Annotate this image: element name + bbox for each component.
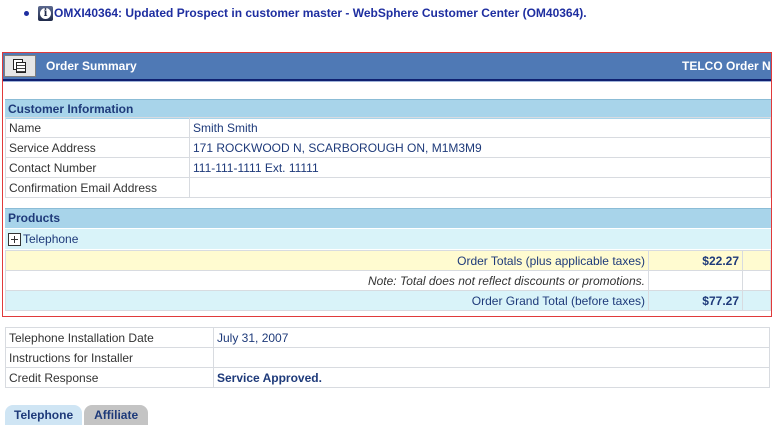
row-label: Contact Number xyxy=(5,157,190,178)
product-tabs: Telephone Affiliate xyxy=(5,405,150,425)
product-item-telephone[interactable]: Telephone xyxy=(5,229,771,249)
document-icon xyxy=(13,59,27,73)
empty-cell xyxy=(742,290,771,311)
tab-affiliate[interactable]: Affiliate xyxy=(84,405,149,425)
expand-plus-icon[interactable] xyxy=(8,232,21,246)
product-label: Telephone xyxy=(23,232,79,246)
table-row: Contact Number 111-111-1111 Ext. 11111 xyxy=(5,157,771,178)
table-row: Instructions for Installer xyxy=(5,347,770,368)
order-totals-label: Order Totals (plus applicable taxes) xyxy=(5,250,649,271)
empty-cell xyxy=(742,270,771,291)
grand-total-label: Order Grand Total (before taxes) xyxy=(5,290,649,311)
empty-cell xyxy=(648,270,743,291)
products-heading: Products xyxy=(5,208,771,228)
table-row: Order Grand Total (before taxes) $77.27 xyxy=(5,290,771,311)
table-row: Name Smith Smith xyxy=(5,117,771,138)
order-summary-header: Order Summary xyxy=(3,53,771,79)
order-summary-title: Order Summary xyxy=(46,59,137,73)
table-row: Service Address 171 ROCKWOOD N, SCARBORO… xyxy=(5,137,771,158)
totals-note: Note: Total does not reflect discounts o… xyxy=(5,270,649,291)
order-summary-panel: Order Summary TELCO Order Nu Customer In… xyxy=(2,52,772,317)
row-label: Name xyxy=(5,117,190,138)
customer-info-table: Name Smith Smith Service Address 171 ROC… xyxy=(5,117,771,198)
customer-name-value: Smith Smith xyxy=(189,117,771,138)
notice-message: i OMXI40364: Updated Prospect in custome… xyxy=(24,2,587,24)
grand-total-value: $77.27 xyxy=(648,290,743,311)
collapse-summary-button[interactable] xyxy=(4,55,36,77)
row-label: Confirmation Email Address xyxy=(5,177,190,198)
customer-info-heading: Customer Information xyxy=(5,99,771,119)
row-label: Service Address xyxy=(5,137,190,158)
row-label: Credit Response xyxy=(5,367,214,388)
installer-instructions-value xyxy=(213,347,770,368)
order-totals-value: $22.27 xyxy=(648,250,743,271)
notice-title: OMXI40364: Updated Prospect in customer … xyxy=(54,6,587,20)
installation-date-value: July 31, 2007 xyxy=(213,327,770,348)
credit-response-value: Service Approved. xyxy=(213,367,770,388)
tab-telephone[interactable]: Telephone xyxy=(5,405,83,425)
row-label: Telephone Installation Date xyxy=(5,327,214,348)
empty-cell xyxy=(742,250,771,271)
table-row: Confirmation Email Address xyxy=(5,177,771,198)
contact-number-value: 111-111-1111 Ext. 11111 xyxy=(189,157,771,178)
installation-table: Telephone Installation Date July 31, 200… xyxy=(5,327,770,388)
table-row: Credit Response Service Approved. xyxy=(5,367,770,388)
table-row: Order Totals (plus applicable taxes) $22… xyxy=(5,250,771,271)
confirmation-email-value xyxy=(189,177,771,198)
header-divider-light xyxy=(3,81,771,82)
table-row: Telephone Installation Date July 31, 200… xyxy=(5,327,770,348)
service-address-value: 171 ROCKWOOD N, SCARBOROUGH ON, M1M3M9 xyxy=(189,137,771,158)
order-totals-table: Order Totals (plus applicable taxes) $22… xyxy=(5,250,771,311)
table-row: Note: Total does not reflect discounts o… xyxy=(5,270,771,291)
info-icon: i xyxy=(38,5,53,21)
order-number-title: TELCO Order Nu xyxy=(682,59,772,73)
row-label: Instructions for Installer xyxy=(5,347,214,368)
bullet-icon xyxy=(24,10,29,16)
